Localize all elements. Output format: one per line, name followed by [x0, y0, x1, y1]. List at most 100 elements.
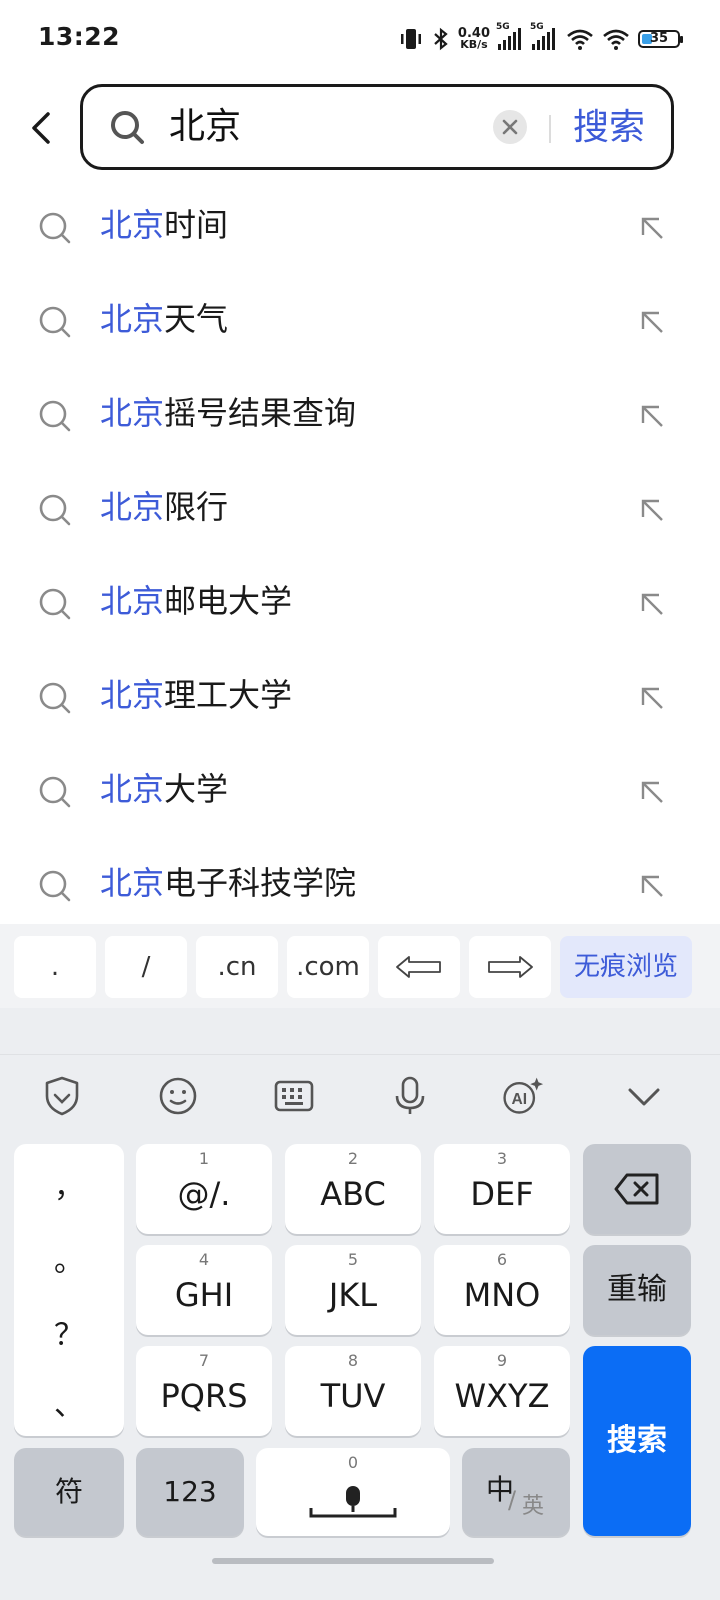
search-icon [39, 588, 71, 620]
fill-arrow-icon[interactable] [636, 588, 668, 620]
punct-question[interactable]: ？ [14, 1310, 124, 1354]
key-number: 9 [496, 1351, 508, 1370]
suggestion-item[interactable]: 北京天气 [0, 274, 720, 368]
suggestion-item[interactable]: 北京理工大学 [0, 650, 720, 744]
punct-pause[interactable]: 、 [14, 1380, 124, 1424]
key-5[interactable]: 5 JKL [285, 1245, 421, 1335]
backspace-icon [614, 1173, 659, 1205]
incognito-button[interactable]: 无痕浏览 [560, 936, 692, 998]
slash-key[interactable]: / [105, 936, 187, 998]
numbers-key[interactable]: 123 [136, 1448, 244, 1536]
signal-sim1-icon: 5G [496, 22, 524, 50]
keyboard-icon[interactable] [272, 1074, 316, 1118]
svg-text:AI: AI [511, 1091, 527, 1108]
close-icon [502, 119, 518, 135]
keyboard-search-button[interactable]: 搜索 [583, 1346, 691, 1536]
space-key[interactable]: 0 [256, 1448, 450, 1536]
quick-input-bar: . / .cn .com 无痕浏览 [0, 924, 720, 1008]
lang-separator: / [508, 1486, 517, 1514]
key-number: 4 [198, 1250, 210, 1269]
key-9[interactable]: 9 WXYZ [434, 1346, 570, 1436]
arrow-left-icon [396, 956, 441, 978]
search-input[interactable]: 北京 [169, 103, 241, 151]
key-1[interactable]: 1 @/. [136, 1144, 272, 1234]
suggestion-item[interactable]: 北京摇号结果查询 [0, 368, 720, 462]
status-time: 13:22 [38, 22, 121, 51]
divider [0, 1054, 720, 1055]
suggestion-text: 北京天气 [100, 300, 229, 338]
key-number: 6 [496, 1250, 508, 1269]
language-switch-key[interactable]: 中 / 英 [462, 1448, 570, 1536]
suggestion-item[interactable]: 北京大学 [0, 744, 720, 838]
key-7[interactable]: 7 PQRS [136, 1346, 272, 1436]
search-icon [39, 870, 71, 902]
bluetooth-icon [434, 27, 448, 51]
punct-comma[interactable]: ， [14, 1162, 124, 1206]
dot-key[interactable]: . [14, 936, 96, 998]
suggestion-text: 北京邮电大学 [100, 582, 293, 620]
fill-arrow-icon[interactable] [636, 306, 668, 338]
suggestion-text: 北京大学 [100, 770, 229, 808]
punct-period[interactable]: 。 [14, 1236, 124, 1280]
search-box[interactable]: 北京 搜索 [80, 84, 674, 170]
suggestion-item[interactable]: 北京时间 [0, 180, 720, 274]
home-indicator[interactable] [212, 1558, 494, 1564]
key-2[interactable]: 2 ABC [285, 1144, 421, 1234]
microphone-icon[interactable] [388, 1074, 432, 1118]
shield-icon[interactable] [40, 1074, 84, 1118]
suggestion-item[interactable]: 北京邮电大学 [0, 556, 720, 650]
key-label: ABC [320, 1175, 386, 1213]
key-number: 1 [198, 1149, 210, 1168]
fill-arrow-icon[interactable] [636, 400, 668, 432]
suggestion-text: 北京限行 [100, 488, 229, 526]
suggestion-item[interactable]: 北京限行 [0, 462, 720, 556]
key-label: TUV [320, 1377, 386, 1415]
key-label: WXYZ [454, 1377, 550, 1415]
key-6[interactable]: 6 MNO [434, 1245, 570, 1335]
fill-arrow-icon[interactable] [636, 870, 668, 902]
search-icon [111, 111, 144, 144]
key-label: JKL [328, 1276, 378, 1314]
chevron-down-icon[interactable] [622, 1074, 666, 1118]
cn-key[interactable]: .cn [196, 936, 278, 998]
symbols-key[interactable]: 符 [14, 1448, 124, 1536]
wifi-icon [567, 29, 593, 50]
search-icon [39, 776, 71, 808]
key-number: 2 [347, 1149, 359, 1168]
cursor-right-button[interactable] [469, 936, 551, 998]
retype-button[interactable]: 重输 [583, 1245, 691, 1335]
key-label: MNO [463, 1276, 541, 1314]
cursor-left-button[interactable] [378, 936, 460, 998]
ai-icon[interactable]: AI [500, 1074, 544, 1118]
signal-sim2-icon: 5G [530, 22, 558, 50]
wifi-icon [603, 29, 629, 50]
fill-arrow-icon[interactable] [636, 212, 668, 244]
suggestion-item[interactable]: 北京电子科技学院 [0, 838, 720, 932]
key-8[interactable]: 8 TUV [285, 1346, 421, 1436]
fill-arrow-icon[interactable] [636, 494, 668, 526]
battery-icon: 35 [638, 30, 683, 48]
search-icon [39, 306, 71, 338]
divider [549, 115, 551, 143]
fill-arrow-icon[interactable] [636, 682, 668, 714]
keyboard: AI ， 。 ？ 、 1 @/. 2 ABC 3 DEF 4 GHI 5 JKL [0, 1008, 720, 1600]
lang-alt-label: 英 [522, 1494, 545, 1519]
key-label: DEF [470, 1175, 534, 1213]
key-4[interactable]: 4 GHI [136, 1245, 272, 1335]
suggestion-text: 北京时间 [100, 206, 229, 244]
emoji-icon[interactable] [156, 1074, 200, 1118]
back-icon[interactable] [26, 108, 60, 148]
suggestion-text: 北京摇号结果查询 [100, 394, 357, 432]
backspace-button[interactable] [583, 1144, 691, 1234]
key-3[interactable]: 3 DEF [434, 1144, 570, 1234]
arrow-right-icon [488, 956, 533, 978]
search-button[interactable]: 搜索 [573, 105, 645, 151]
space-mic-icon [309, 1486, 397, 1518]
key-number: 5 [347, 1250, 359, 1269]
com-key[interactable]: .com [287, 936, 369, 998]
search-icon [39, 400, 71, 432]
suggestion-text: 北京理工大学 [100, 676, 293, 714]
clear-button[interactable] [493, 110, 527, 144]
punctuation-column[interactable]: ， 。 ？ 、 [14, 1144, 124, 1436]
fill-arrow-icon[interactable] [636, 776, 668, 808]
